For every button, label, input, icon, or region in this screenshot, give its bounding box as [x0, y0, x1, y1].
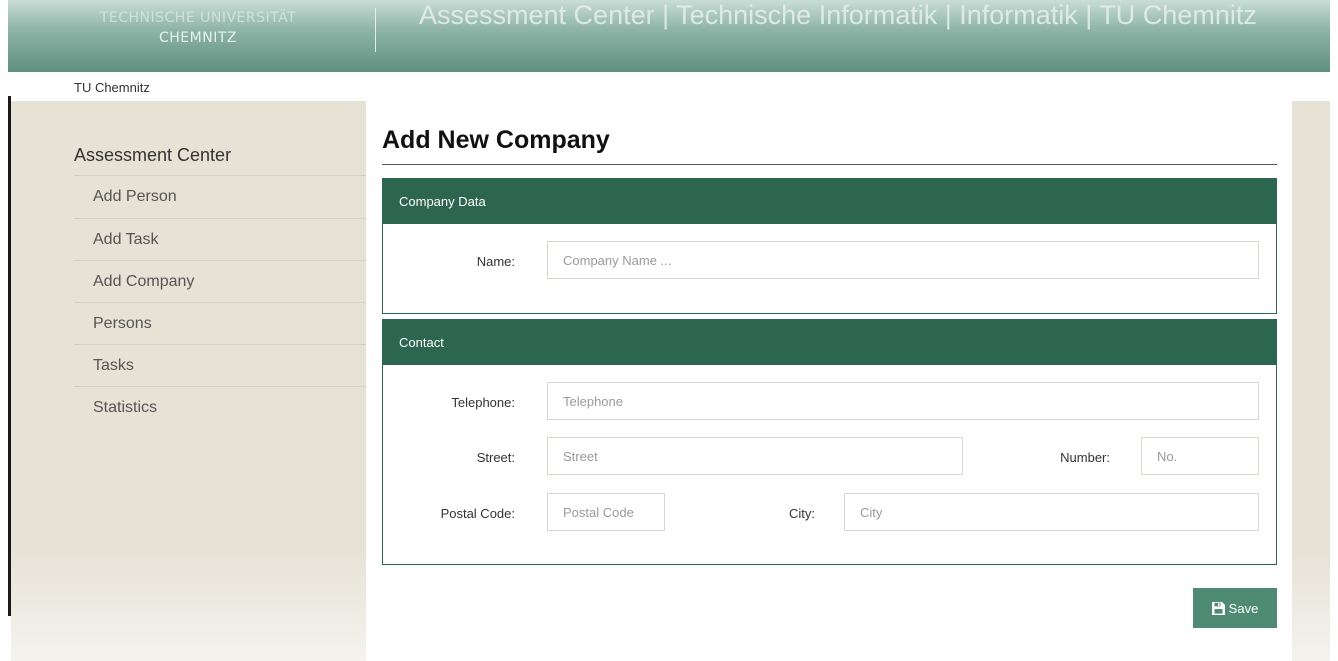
street-label: Street:	[476, 450, 515, 465]
sidebar-item-add-company[interactable]: Add Company	[74, 260, 366, 302]
postal-code-input[interactable]	[547, 493, 665, 531]
sidebar-item-add-task[interactable]: Add Task	[74, 218, 366, 260]
sidebar: Assessment Center Add Person Add Task Ad…	[11, 101, 366, 661]
site-header: TECHNISCHE UNIVERSITÄT CHEMNITZ Assessme…	[8, 0, 1330, 72]
number-input[interactable]	[1141, 437, 1259, 475]
sidebar-item-add-person[interactable]: Add Person	[74, 175, 366, 218]
street-input[interactable]	[547, 437, 963, 475]
sidebar-item-tasks[interactable]: Tasks	[74, 344, 366, 386]
sidebar-item-statistics[interactable]: Statistics	[74, 386, 366, 428]
city-label: City:	[789, 506, 815, 521]
postal-code-label: Postal Code:	[440, 506, 515, 521]
telephone-label: Telephone:	[451, 395, 515, 410]
company-name-input[interactable]	[547, 241, 1259, 279]
floppy-disk-icon	[1211, 601, 1225, 615]
sidebar-heading[interactable]: Assessment Center	[74, 145, 231, 166]
right-strip	[1292, 101, 1330, 661]
site-title: Assessment Center | Technische Informati…	[419, 0, 1257, 30]
name-label: Name:	[476, 254, 515, 269]
company-data-panel-title: Company Data	[383, 179, 1276, 224]
number-label: Number:	[1060, 450, 1110, 465]
header-divider	[375, 8, 376, 52]
logo-line1: TECHNISCHE UNIVERSITÄT	[99, 10, 297, 26]
sidebar-item-persons[interactable]: Persons	[74, 302, 366, 344]
page-title: Add New Company	[382, 126, 610, 154]
save-button[interactable]: Save	[1193, 588, 1277, 628]
contact-panel-title: Contact	[383, 320, 1276, 365]
title-divider	[382, 164, 1277, 165]
logo-line2: CHEMNITZ	[159, 30, 237, 46]
save-button-label: Save	[1228, 600, 1259, 616]
city-input[interactable]	[844, 493, 1259, 531]
breadcrumb[interactable]: TU Chemnitz	[74, 80, 150, 95]
telephone-input[interactable]	[547, 382, 1259, 420]
university-logo[interactable]: TECHNISCHE UNIVERSITÄT CHEMNITZ	[98, 8, 298, 48]
sidebar-nav: Add Person Add Task Add Company Persons …	[74, 175, 366, 428]
